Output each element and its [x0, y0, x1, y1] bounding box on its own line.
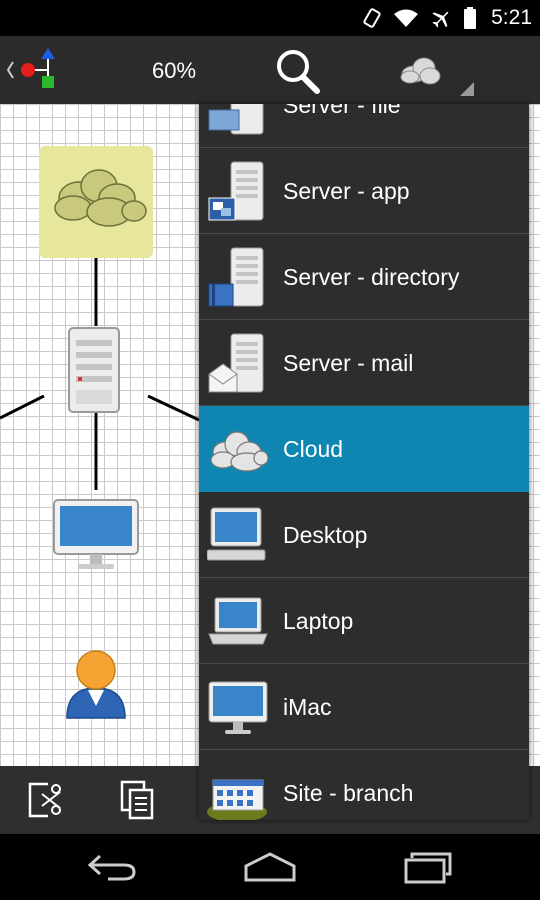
- menu-item-label: Desktop: [283, 522, 368, 548]
- monitor-icon: [53, 499, 139, 569]
- menu-item-server-file[interactable]: Server - file: [199, 104, 529, 148]
- shape-picker-button[interactable]: [390, 46, 476, 100]
- recent-apps-icon: [404, 852, 452, 884]
- battery-icon: [463, 6, 477, 30]
- server-icon: [68, 327, 120, 413]
- desktop-icon: [207, 504, 269, 566]
- menu-item-site-branch[interactable]: Site - branch: [199, 750, 529, 820]
- shape-dropdown-menu: Server - file Server - app Server - dire…: [199, 104, 529, 820]
- server-node[interactable]: [66, 324, 122, 416]
- menu-item-label: Laptop: [283, 608, 354, 634]
- copy-button[interactable]: [118, 780, 158, 820]
- back-arrow-icon: [87, 854, 136, 881]
- status-icons: 5:21: [361, 0, 532, 36]
- menu-item-desktop[interactable]: Desktop: [199, 492, 529, 578]
- cloud-icon: [207, 418, 269, 480]
- cut-button[interactable]: [24, 780, 68, 820]
- laptop-icon: [207, 590, 269, 652]
- menu-item-label: iMac: [283, 694, 332, 720]
- home-icon: [244, 852, 296, 882]
- back-nav-button[interactable]: [84, 852, 140, 882]
- cloud-shape-icon: [400, 57, 474, 96]
- menu-item-cloud[interactable]: Cloud: [199, 406, 529, 492]
- screen-rotation-icon: [361, 7, 383, 29]
- app-logo-icon: [6, 48, 55, 88]
- back-app-button[interactable]: [4, 48, 64, 92]
- server-app-icon: [207, 160, 269, 222]
- menu-item-server-directory[interactable]: Server - directory: [199, 234, 529, 320]
- menu-item-server-mail[interactable]: Server - mail: [199, 320, 529, 406]
- menu-item-label: Server - app: [283, 178, 410, 204]
- home-nav-button[interactable]: [242, 850, 298, 884]
- recents-nav-button[interactable]: [402, 850, 456, 884]
- menu-item-label: Server - file: [283, 104, 401, 118]
- menu-item-label: Server - mail: [283, 350, 414, 376]
- menu-item-server-app[interactable]: Server - app: [199, 148, 529, 234]
- server-directory-icon: [207, 246, 269, 308]
- cloud-node[interactable]: [39, 146, 153, 258]
- menu-item-label: Cloud: [283, 436, 344, 462]
- airplane-mode-icon: [429, 7, 453, 29]
- cloud-icon: [54, 169, 147, 227]
- server-file-icon: [207, 104, 269, 136]
- cut-icon: [28, 782, 61, 818]
- menu-item-label: Site - branch: [283, 780, 414, 806]
- menu-item-laptop[interactable]: Laptop: [199, 578, 529, 664]
- server-mail-icon: [207, 332, 269, 394]
- menu-item-label: Server - directory: [283, 264, 460, 290]
- user-icon: [66, 650, 126, 719]
- search-icon: [277, 50, 320, 94]
- menu-item-imac[interactable]: iMac: [199, 664, 529, 750]
- user-node[interactable]: [63, 648, 129, 720]
- wifi-icon: [393, 7, 419, 29]
- copy-icon: [120, 780, 154, 820]
- search-button[interactable]: [272, 46, 322, 96]
- imac-icon: [207, 676, 269, 738]
- status-time: 5:21: [491, 6, 532, 29]
- desktop-node[interactable]: [52, 498, 140, 572]
- site-branch-icon: [207, 762, 269, 820]
- navigation-bar: [0, 834, 540, 900]
- action-bar: 60%: [0, 36, 540, 105]
- zoom-level[interactable]: 60%: [152, 58, 196, 84]
- status-bar: 5:21: [0, 0, 540, 36]
